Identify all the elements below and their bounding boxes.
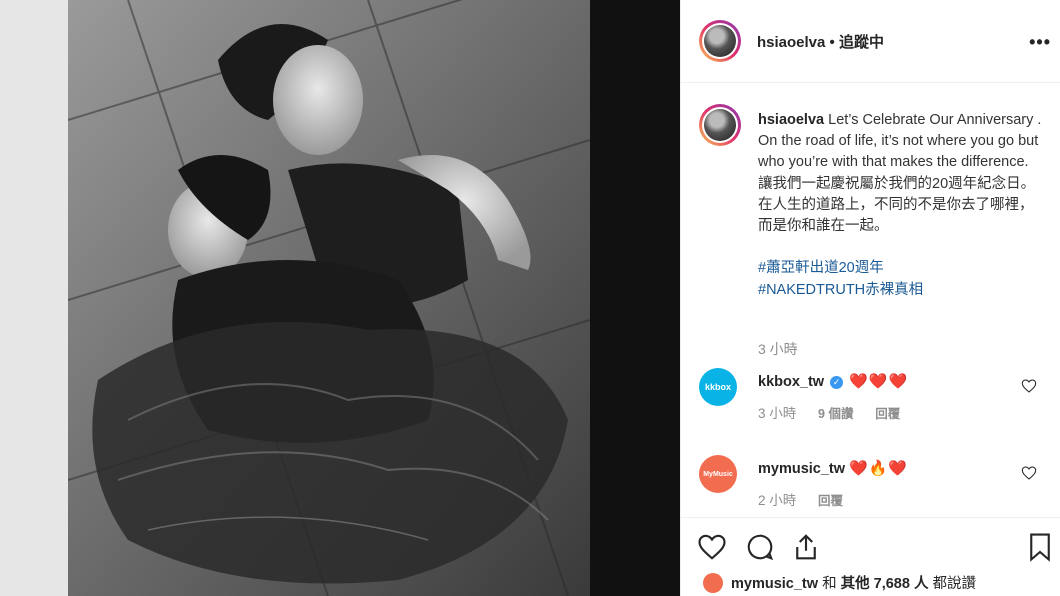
comment-icon[interactable] xyxy=(745,532,775,562)
commenter-avatar[interactable]: kkbox xyxy=(699,368,737,406)
comment-line: kkbox_tw ✓ ❤️❤️❤️ xyxy=(758,372,908,390)
post-photo[interactable] xyxy=(68,0,590,596)
comment-line: mymusic_tw ❤️🔥❤️ xyxy=(758,459,908,477)
hashtag-link[interactable]: #NAKEDTRUTH赤裸真相 xyxy=(758,280,1043,301)
caption-chinese: 讓我們一起慶祝屬於我們的20週年紀念日。在人生的道路上，不同的不是你去了哪裡，而… xyxy=(758,175,1036,235)
commenter-username[interactable]: kkbox_tw xyxy=(758,374,824,390)
author-avatar[interactable] xyxy=(699,20,741,62)
verified-badge-icon: ✓ xyxy=(830,376,844,389)
liked-by-conj: 和 xyxy=(818,576,841,592)
heart-outline-icon[interactable] xyxy=(1021,465,1037,481)
comment-timestamp[interactable]: 2 小時 xyxy=(758,493,796,508)
comment-meta: 3 小時 9 個讚 回覆 xyxy=(758,402,918,422)
header-username[interactable]: hsiaoelva xyxy=(757,34,825,51)
commenter-avatar[interactable]: MyMusic xyxy=(699,455,737,493)
comment-text: ❤️🔥❤️ xyxy=(849,460,909,477)
hashtag-link[interactable]: #蕭亞軒出道20週年 xyxy=(758,258,1043,279)
commenter-username[interactable]: mymusic_tw xyxy=(758,461,845,477)
liked-by-suffix: 都說讚 xyxy=(928,576,976,592)
heart-outline-icon[interactable] xyxy=(1021,378,1037,394)
caption-username[interactable]: hsiaoelva xyxy=(758,112,824,128)
heart-outline-icon[interactable] xyxy=(697,532,727,562)
header-separator: • xyxy=(825,34,839,51)
reply-button[interactable]: 回覆 xyxy=(818,494,843,508)
post-header: hsiaoelva • 追蹤中 ••• xyxy=(681,0,1060,83)
reply-button[interactable]: 回覆 xyxy=(875,407,900,421)
liker-avatar[interactable] xyxy=(703,573,723,593)
action-bar xyxy=(681,517,1060,574)
caption-text: hsiaoelva Let’s Celebrate Our Anniversar… xyxy=(758,110,1043,301)
post-side-panel: hsiaoelva • 追蹤中 ••• hsiaoelva Let’s Cele… xyxy=(680,0,1060,596)
comment-meta: 2 小時 回覆 xyxy=(758,489,861,509)
header-text: hsiaoelva • 追蹤中 xyxy=(757,31,884,52)
liked-by-summary: mymusic_tw 和 其他 7,688 人 都說讚 xyxy=(703,572,976,593)
caption-avatar[interactable] xyxy=(699,104,741,146)
caption-timestamp[interactable]: 3 小時 xyxy=(758,339,798,359)
photo-artwork xyxy=(68,0,590,596)
background-dark-strip xyxy=(590,0,680,596)
liked-by-others[interactable]: 其他 7,688 人 xyxy=(841,576,929,592)
comment-timestamp[interactable]: 3 小時 xyxy=(758,406,796,421)
share-icon[interactable] xyxy=(791,532,821,562)
more-horizontal-icon[interactable]: ••• xyxy=(1029,32,1051,53)
comment-item: MyMusic mymusic_tw ❤️🔥❤️ 2 小時 回覆 xyxy=(681,455,1060,515)
bookmark-icon[interactable] xyxy=(1025,532,1055,562)
comment-item: kkbox kkbox_tw ✓ ❤️❤️❤️ 3 小時 9 個讚 回覆 xyxy=(681,368,1060,428)
comment-text: ❤️❤️❤️ xyxy=(849,373,909,390)
follow-status-button[interactable]: 追蹤中 xyxy=(839,34,884,51)
comment-likes-count[interactable]: 9 個讚 xyxy=(818,407,853,421)
liker-username[interactable]: mymusic_tw xyxy=(731,576,818,592)
